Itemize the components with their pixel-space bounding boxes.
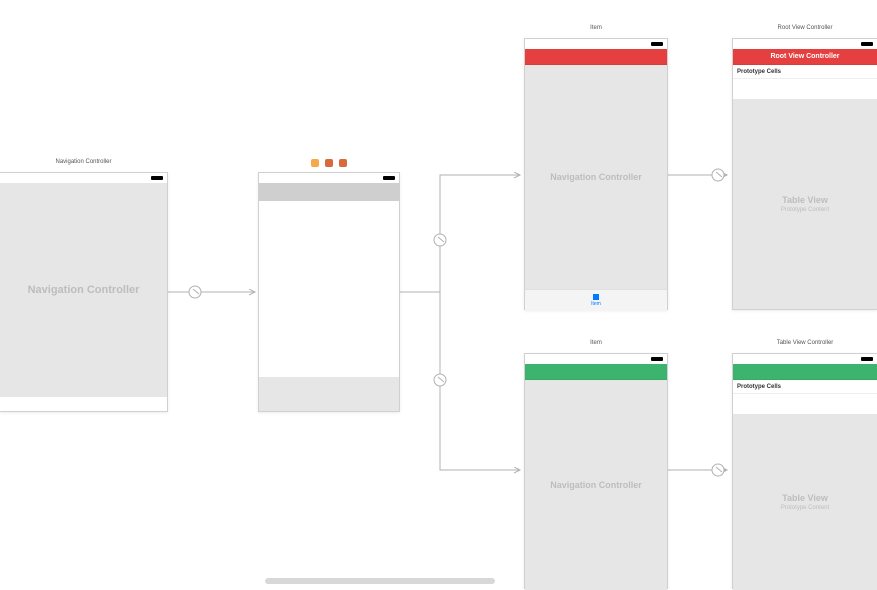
scene-root-view-controller-red[interactable]: Root View Controller Root View Controlle… <box>732 38 877 310</box>
table-view-sublabel: Prototype Content <box>781 505 829 511</box>
prototype-cells-header: Prototype Cells <box>733 380 877 394</box>
scene-body-label: Navigation Controller <box>525 380 667 590</box>
scene-title: Item <box>525 25 667 31</box>
horizontal-scrollbar[interactable] <box>265 578 495 584</box>
scene-title: Root View Controller <box>733 25 877 31</box>
table-view-label: Table View <box>782 195 828 205</box>
scene-title: Item <box>525 340 667 346</box>
scene-body-label: Navigation Controller <box>0 183 167 397</box>
status-bar <box>733 354 877 364</box>
scene-navigation-controller-red[interactable]: Item Navigation Controller Item <box>524 38 668 310</box>
table-view-body: Table View Prototype Content <box>733 99 877 309</box>
navigation-bar: Root View Controller <box>733 49 877 65</box>
scene-navigation-controller[interactable]: Navigation Controller Navigation Control… <box>0 172 168 412</box>
prototype-cell-row[interactable] <box>733 394 877 414</box>
navigation-bar <box>525 49 667 65</box>
scene-table-view-controller-green[interactable]: Table View Controller Prototype Cells Ta… <box>732 353 877 589</box>
nav-title: Root View Controller <box>770 53 839 60</box>
prototype-cells-header: Prototype Cells <box>733 65 877 79</box>
scene-body-label: Navigation Controller <box>525 65 667 289</box>
scene-view-controller[interactable] <box>258 172 400 412</box>
navigation-bar <box>733 364 877 380</box>
status-bar <box>525 39 667 49</box>
tab-item-label: Item <box>591 301 601 307</box>
status-bar <box>0 173 167 183</box>
scene-navigation-controller-green[interactable]: Item Navigation Controller <box>524 353 668 589</box>
tab-bar-placeholder <box>259 377 399 411</box>
table-view-body: Table View Prototype Content <box>733 414 877 590</box>
storyboard-canvas[interactable]: Navigation Controller Navigation Control… <box>0 0 877 589</box>
scene-body <box>259 201 399 377</box>
status-bar <box>733 39 877 49</box>
scene-title: Table View Controller <box>733 340 877 346</box>
prototype-cell-row[interactable] <box>733 79 877 99</box>
dock-exit-icon[interactable] <box>339 159 347 167</box>
table-view-label: Table View <box>782 493 828 503</box>
nav-bar-placeholder <box>259 183 399 201</box>
scene-dock <box>259 159 399 167</box>
status-bar <box>259 173 399 183</box>
scene-title: Navigation Controller <box>0 159 167 165</box>
tab-item-icon[interactable] <box>593 294 599 300</box>
navigation-bar <box>525 364 667 380</box>
table-view-sublabel: Prototype Content <box>781 207 829 213</box>
dock-vc-icon[interactable] <box>311 159 319 167</box>
dock-first-responder-icon[interactable] <box>325 159 333 167</box>
status-bar <box>525 354 667 364</box>
tab-bar: Item <box>525 289 667 311</box>
